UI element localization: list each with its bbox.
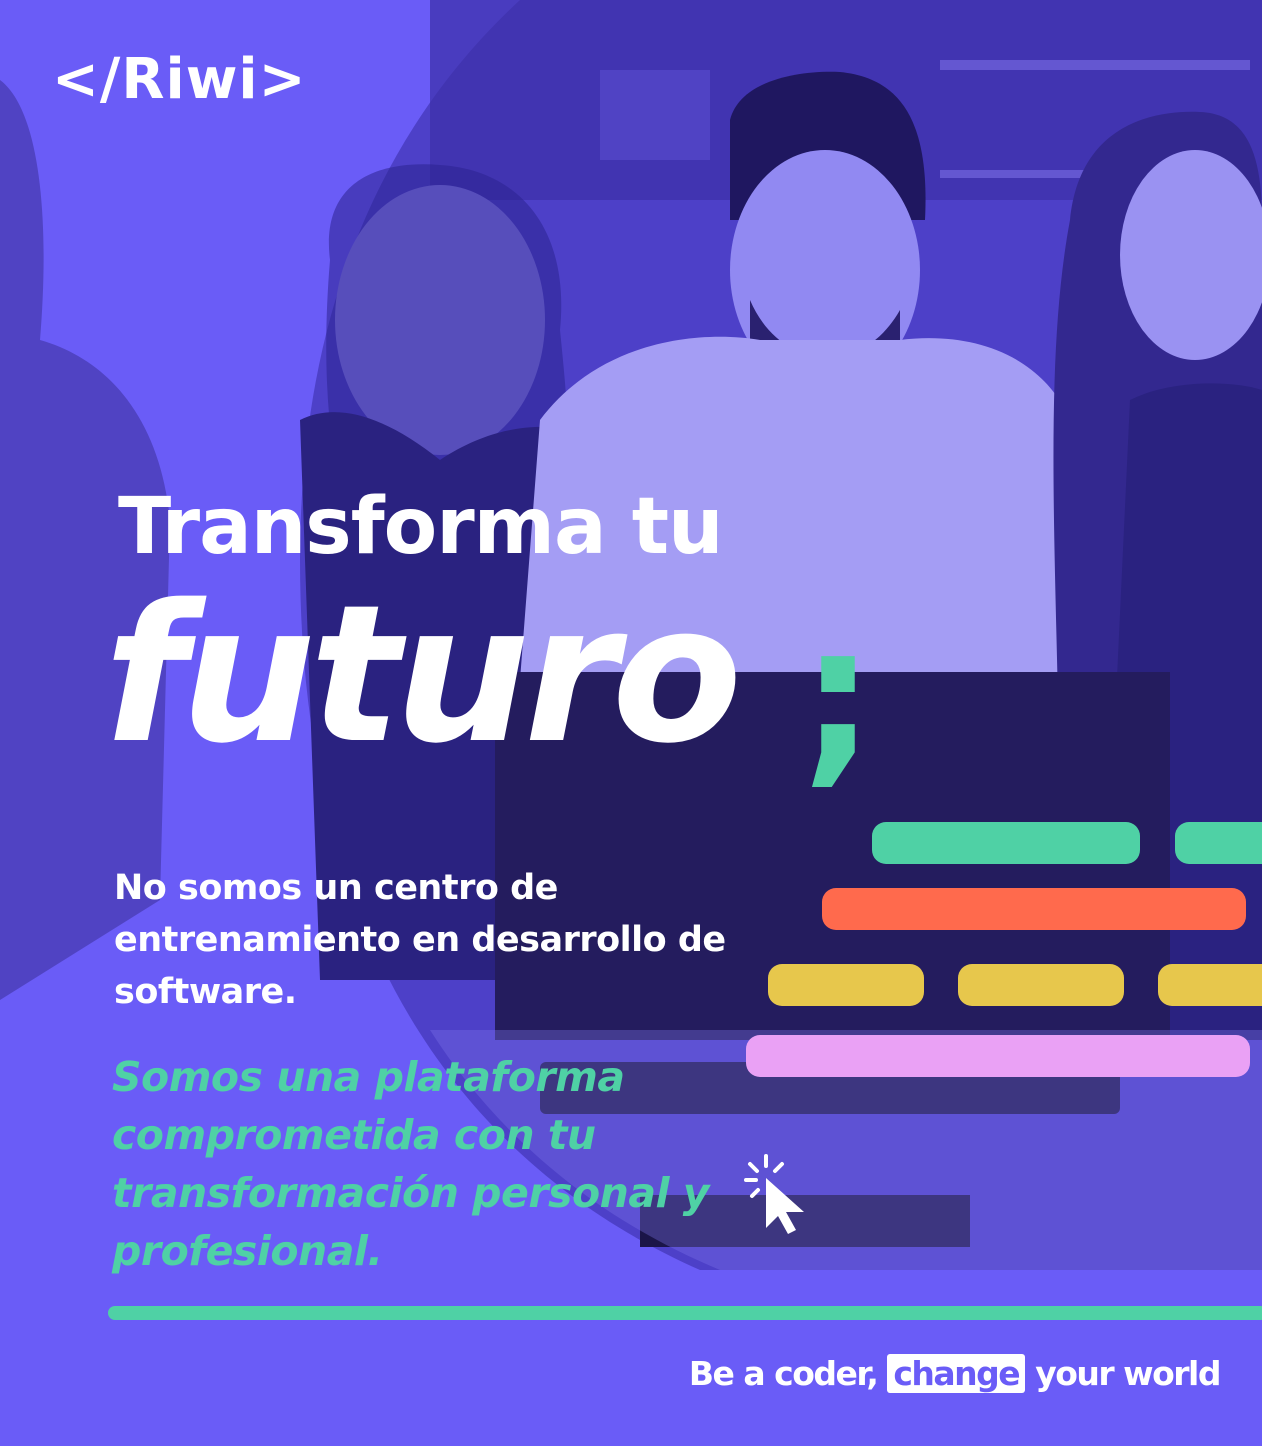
code-bar-pink [746, 1035, 1250, 1077]
intro-text: No somos un centro de entrenamiento en d… [114, 868, 726, 1012]
tagline-start: Be a coder, [688, 1354, 879, 1393]
code-bar-yellow-1 [768, 964, 924, 1006]
riwi-logo: </Riwi> [52, 47, 307, 112]
tagline-end: your world [1035, 1354, 1221, 1393]
code-bar-red [822, 888, 1246, 930]
code-bar-green-2 [1175, 822, 1262, 864]
statement-text: Somos una plataforma comprometida con tu… [112, 1053, 710, 1275]
headline-line-1: Transforma tu [118, 482, 724, 572]
tagline-highlight: change [887, 1354, 1026, 1393]
click-cursor-icon [744, 1152, 820, 1236]
code-bar-yellow-2 [958, 964, 1124, 1006]
tagline: Be a coder, change your world [688, 1352, 1221, 1396]
divider-line [108, 1306, 1262, 1320]
promo-poster: </Riwi> Transforma tu futuro ; No somos … [0, 0, 1262, 1446]
code-bar-green-1 [872, 822, 1140, 864]
semicolon-accent: ; [800, 584, 876, 805]
headline-line-2: futuro [104, 564, 742, 785]
code-bar-yellow-3 [1158, 964, 1262, 1006]
